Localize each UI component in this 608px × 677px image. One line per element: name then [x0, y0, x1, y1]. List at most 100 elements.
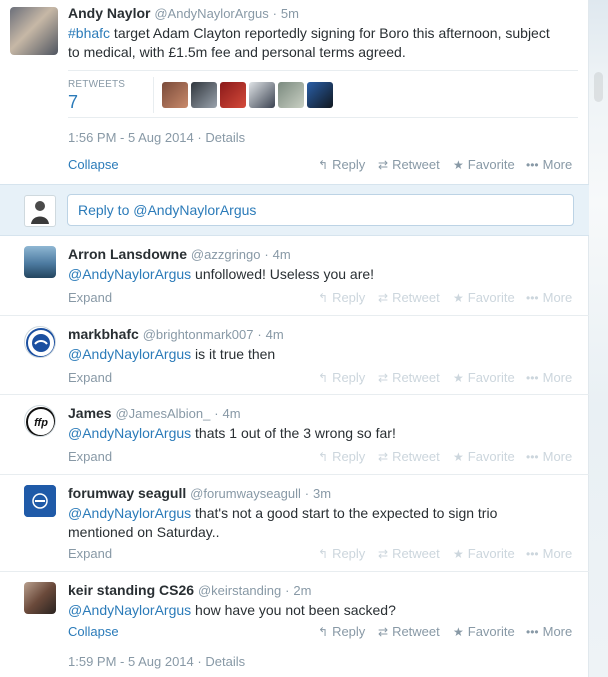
- tweet-text: #bhafc target Adam Clayton reportedly si…: [68, 24, 578, 62]
- tweet-timestamp[interactable]: 1:56 PM - 5 Aug 2014: [68, 130, 194, 145]
- tweet-time[interactable]: 3m: [313, 486, 331, 501]
- details-link[interactable]: Details: [205, 654, 245, 669]
- mention-link[interactable]: @AndyNaylorArgus: [68, 505, 191, 521]
- list-item[interactable]: ffp James @JamesAlbion_ · 4m @AndyNaylor…: [0, 395, 589, 475]
- tweet-actions: Collapse ↰ Reply ⇄ Retweet ★ Favorite ••• Mo…: [0, 624, 589, 640]
- mention-link[interactable]: @AndyNaylorArgus: [68, 346, 191, 362]
- collapse-link[interactable]: Collapse: [68, 624, 119, 639]
- favorite-action[interactable]: ★ Favorite: [453, 370, 515, 385]
- reply-action[interactable]: ↰ Reply: [318, 546, 365, 561]
- author-screenname[interactable]: @AndyNaylorArgus: [154, 6, 268, 21]
- author-fullname[interactable]: forumway seagull: [68, 485, 186, 501]
- reply-action[interactable]: ↰ Reply: [318, 157, 365, 172]
- svg-text:ffp: ffp: [34, 417, 48, 429]
- author-screenname[interactable]: @azzgringo: [191, 247, 261, 262]
- more-icon: •••: [526, 449, 539, 464]
- reply-icon: ↰: [318, 370, 329, 385]
- avatar[interactable]: [191, 82, 217, 108]
- author-screenname[interactable]: @keirstanding: [198, 583, 281, 598]
- avatar[interactable]: [24, 485, 56, 517]
- more-action[interactable]: ••• More: [526, 449, 572, 464]
- reply-action[interactable]: ↰ Reply: [318, 624, 365, 639]
- separator-dot: ·: [264, 247, 269, 262]
- tweet-time[interactable]: 4m: [222, 406, 240, 421]
- details-link[interactable]: Details: [205, 130, 245, 145]
- retweet-action[interactable]: ⇄ Retweet: [378, 370, 440, 385]
- retweet-icon: ⇄: [378, 449, 389, 464]
- list-item[interactable]: forumway seagull @forumwayseagull · 3m @…: [0, 475, 589, 572]
- more-action[interactable]: ••• More: [526, 546, 572, 561]
- tweet-time[interactable]: 5m: [281, 6, 299, 21]
- author-fullname[interactable]: Andy Naylor: [68, 5, 150, 21]
- author-fullname[interactable]: keir standing CS26: [68, 582, 194, 598]
- more-action[interactable]: ••• More: [526, 624, 572, 639]
- star-icon: ★: [453, 370, 464, 385]
- favorite-action[interactable]: ★ Favorite: [453, 157, 515, 172]
- author-screenname[interactable]: @forumwayseagull: [190, 486, 301, 501]
- avatar[interactable]: [220, 82, 246, 108]
- author-fullname[interactable]: markbhafc: [68, 326, 139, 342]
- more-label: More: [542, 290, 573, 305]
- reply-input[interactable]: Reply to @AndyNaylorArgus: [67, 194, 574, 226]
- mention-link[interactable]: @AndyNaylorArgus: [68, 266, 191, 282]
- avatar[interactable]: [162, 82, 188, 108]
- star-icon: ★: [453, 449, 464, 464]
- collapse-link[interactable]: Collapse: [68, 157, 119, 172]
- star-icon: ★: [453, 624, 464, 639]
- tweet-header: keir standing CS26 @keirstanding · 2m: [68, 582, 311, 598]
- reply-label: Reply: [332, 290, 366, 305]
- author-screenname[interactable]: @brightonmark007: [143, 327, 254, 342]
- mention-link[interactable]: @AndyNaylorArgus: [68, 602, 191, 618]
- reply-action[interactable]: ↰ Reply: [318, 370, 365, 385]
- favorite-action[interactable]: ★ Favorite: [453, 546, 515, 561]
- main-tweet[interactable]: Andy Naylor @AndyNaylorArgus · 5m #bhafc…: [0, 0, 589, 184]
- retweet-action[interactable]: ⇄ Retweet: [378, 624, 440, 639]
- scroll-thumb[interactable]: [594, 72, 603, 102]
- retweet-action[interactable]: ⇄ Retweet: [378, 157, 440, 172]
- avatar[interactable]: [24, 582, 56, 614]
- expand-link[interactable]: Expand: [68, 290, 112, 305]
- reply-label: Reply: [332, 157, 366, 172]
- avatar[interactable]: [24, 326, 56, 358]
- avatar[interactable]: [24, 246, 56, 278]
- club-crest-icon: [26, 328, 55, 357]
- retweet-icon: ⇄: [378, 290, 389, 305]
- hashtag-link[interactable]: #bhafc: [68, 25, 110, 41]
- favorite-label: Favorite: [467, 290, 515, 305]
- more-action[interactable]: ••• More: [526, 290, 572, 305]
- reply-action[interactable]: ↰ Reply: [318, 449, 365, 464]
- list-item[interactable]: keir standing CS26 @keirstanding · 2m @A…: [0, 572, 589, 677]
- reply-icon: ↰: [318, 449, 329, 464]
- avatar[interactable]: [278, 82, 304, 108]
- more-action[interactable]: ••• More: [526, 157, 572, 172]
- list-item[interactable]: Arron Lansdowne @azzgringo · 4m @AndyNay…: [0, 236, 589, 316]
- tweet-timestamp[interactable]: 1:59 PM - 5 Aug 2014: [68, 654, 194, 669]
- expand-link[interactable]: Expand: [68, 546, 112, 561]
- tweet-time[interactable]: 2m: [293, 583, 311, 598]
- more-action[interactable]: ••• More: [526, 370, 572, 385]
- expand-link[interactable]: Expand: [68, 449, 112, 464]
- tweet-time[interactable]: 4m: [266, 327, 284, 342]
- favorite-action[interactable]: ★ Favorite: [453, 449, 515, 464]
- more-label: More: [542, 449, 573, 464]
- retweets-count[interactable]: 7: [68, 92, 78, 113]
- reply-action[interactable]: ↰ Reply: [318, 290, 365, 305]
- mention-link[interactable]: @AndyNaylorArgus: [68, 425, 191, 441]
- reply-label: Reply: [332, 449, 366, 464]
- avatar[interactable]: ffp: [24, 405, 56, 437]
- avatar[interactable]: [249, 82, 275, 108]
- favorite-action[interactable]: ★ Favorite: [453, 624, 515, 639]
- author-fullname[interactable]: James: [68, 405, 112, 421]
- expand-link[interactable]: Expand: [68, 370, 112, 385]
- author-screenname[interactable]: @JamesAlbion_: [115, 406, 210, 421]
- favorite-action[interactable]: ★ Favorite: [453, 290, 515, 305]
- list-item[interactable]: markbhafc @brightonmark007 · 4m @AndyNay…: [0, 316, 589, 395]
- avatar[interactable]: [307, 82, 333, 108]
- tweet-time[interactable]: 4m: [273, 247, 291, 262]
- retweet-action[interactable]: ⇄ Retweet: [378, 449, 440, 464]
- retweet-action[interactable]: ⇄ Retweet: [378, 290, 440, 305]
- author-fullname[interactable]: Arron Lansdowne: [68, 246, 187, 262]
- scrollbar[interactable]: [589, 0, 608, 677]
- retweet-action[interactable]: ⇄ Retweet: [378, 546, 440, 561]
- avatar[interactable]: [10, 7, 58, 55]
